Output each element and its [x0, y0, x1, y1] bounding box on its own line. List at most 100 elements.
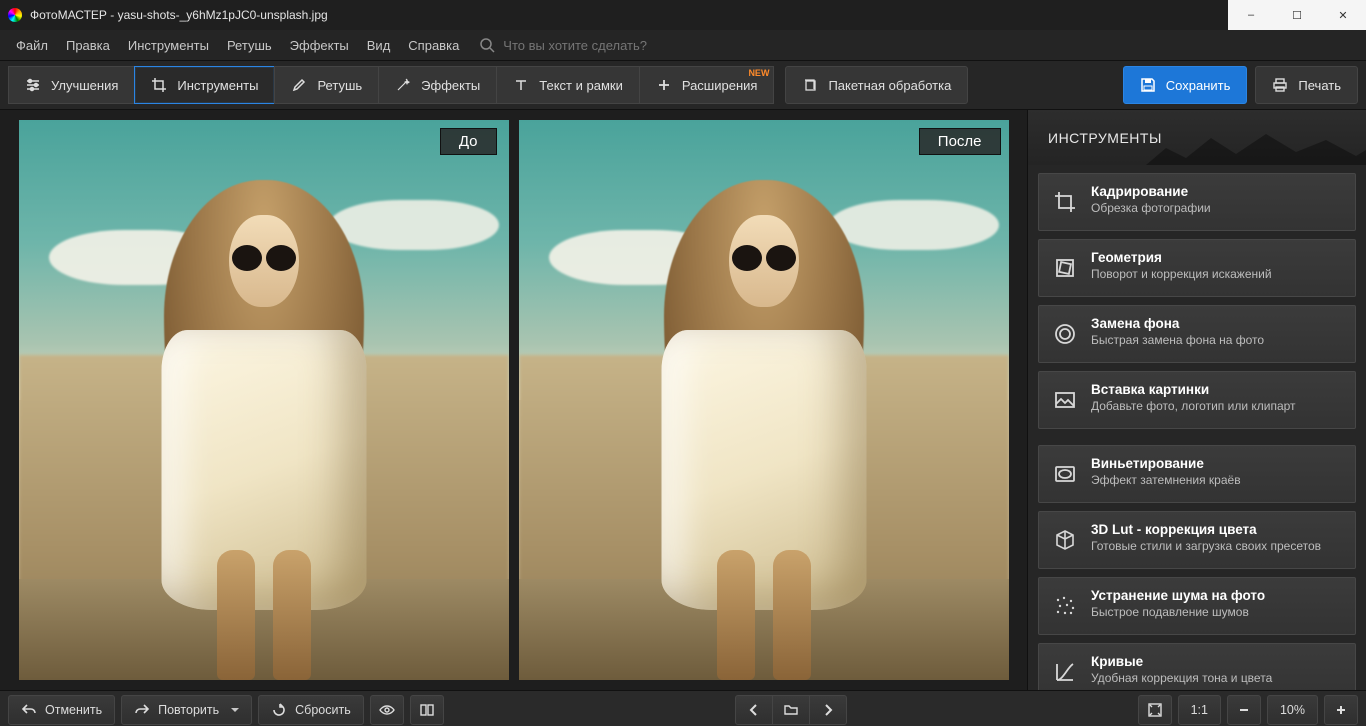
- tab-effects-label: Эффекты: [421, 78, 480, 93]
- open-folder-button[interactable]: [772, 695, 810, 725]
- window-title: ФотоМАСТЕР - yasu-shots-_y6hMz1pJC0-unsp…: [30, 8, 328, 22]
- tab-enhance[interactable]: Улучшения: [8, 66, 135, 104]
- undo-button[interactable]: Отменить: [8, 695, 115, 725]
- bg-icon: [1053, 322, 1077, 346]
- tool-3dlut[interactable]: 3D Lut - коррекция цвета Готовые стили и…: [1038, 511, 1356, 569]
- redo-icon: [134, 702, 150, 718]
- plus-icon: [656, 77, 672, 93]
- crop-icon: [1053, 190, 1077, 214]
- menu-search[interactable]: [479, 37, 705, 54]
- search-icon: [479, 37, 495, 53]
- brush-icon: [291, 77, 307, 93]
- tool-denoise[interactable]: Устранение шума на фото Быстрое подавлен…: [1038, 577, 1356, 635]
- redo-button[interactable]: Повторить: [121, 695, 252, 725]
- save-label: Сохранить: [1166, 78, 1231, 93]
- tab-batch-label: Пакетная обработка: [828, 78, 951, 93]
- text-icon: [513, 77, 529, 93]
- tab-tools-label: Инструменты: [177, 78, 258, 93]
- menu-retouch[interactable]: Ретушь: [219, 35, 280, 56]
- save-button[interactable]: Сохранить: [1123, 66, 1248, 104]
- maximize-button[interactable]: ☐: [1274, 0, 1320, 30]
- app-icon: [8, 8, 22, 22]
- tab-retouch[interactable]: Ретушь: [274, 66, 379, 104]
- wand-icon: [395, 77, 411, 93]
- menu-edit[interactable]: Правка: [58, 35, 118, 56]
- tool-vignette[interactable]: Виньетирование Эффект затемнения краёв: [1038, 445, 1356, 503]
- zoom-label: 10%: [1280, 703, 1305, 717]
- menu-tools[interactable]: Инструменты: [120, 35, 217, 56]
- nav-group: [735, 695, 846, 725]
- tool-sub: Быстрое подавление шумов: [1091, 605, 1343, 619]
- print-button[interactable]: Печать: [1255, 66, 1358, 104]
- prev-button[interactable]: [735, 695, 773, 725]
- tab-extensions-label: Расширения: [682, 78, 758, 93]
- sliders-icon: [25, 77, 41, 93]
- menu-effects[interactable]: Эффекты: [282, 35, 357, 56]
- tab-batch[interactable]: Пакетная обработка: [785, 66, 968, 104]
- reset-button[interactable]: Сбросить: [258, 695, 364, 725]
- workspace: До После ИНСТРУМЕНТЫ Кадрирование Обрезк…: [0, 110, 1366, 690]
- toolbar: Улучшения Инструменты Ретушь Эффекты Тек…: [0, 61, 1366, 110]
- tool-title: Кадрирование: [1091, 184, 1343, 199]
- tool-crop[interactable]: Кадрирование Обрезка фотографии: [1038, 173, 1356, 231]
- zoom-in-button[interactable]: [1324, 695, 1358, 725]
- image-icon: [1053, 388, 1077, 412]
- undo-label: Отменить: [45, 703, 102, 717]
- minimize-button[interactable]: –: [1228, 0, 1274, 30]
- compare-icon: [419, 702, 435, 718]
- folder-icon: [783, 702, 799, 718]
- tool-insert-image[interactable]: Вставка картинки Добавьте фото, логотип …: [1038, 371, 1356, 429]
- after-label: После: [919, 128, 1001, 155]
- zoom-value[interactable]: 10%: [1267, 695, 1318, 725]
- titlebar: ФотоМАСТЕР - yasu-shots-_y6hMz1pJC0-unsp…: [0, 0, 1366, 30]
- tab-text[interactable]: Текст и рамки: [496, 66, 640, 104]
- menu-search-input[interactable]: [501, 37, 705, 54]
- crop-icon: [151, 77, 167, 93]
- menu-file[interactable]: Файл: [8, 35, 56, 56]
- tool-title: Кривые: [1091, 654, 1343, 669]
- compare-button[interactable]: [410, 695, 444, 725]
- tool-bg-replace[interactable]: Замена фона Быстрая замена фона на фото: [1038, 305, 1356, 363]
- chevron-down-icon: [231, 708, 239, 716]
- tab-effects[interactable]: Эффекты: [378, 66, 497, 104]
- mountain-deco: [1146, 130, 1366, 165]
- tool-title: Замена фона: [1091, 316, 1343, 331]
- tool-title: Геометрия: [1091, 250, 1343, 265]
- reset-icon: [271, 702, 287, 718]
- close-button[interactable]: ✕: [1320, 0, 1366, 30]
- undo-icon: [21, 702, 37, 718]
- tool-sub: Обрезка фотографии: [1091, 201, 1343, 215]
- tool-sub: Быстрая замена фона на фото: [1091, 333, 1343, 347]
- fit-button[interactable]: [1138, 695, 1172, 725]
- menu-help[interactable]: Справка: [400, 35, 467, 56]
- eye-button[interactable]: [370, 695, 404, 725]
- tool-sub: Эффект затемнения краёв: [1091, 473, 1343, 487]
- tool-title: 3D Lut - коррекция цвета: [1091, 522, 1343, 537]
- tool-sub: Поворот и коррекция искажений: [1091, 267, 1343, 281]
- reset-label: Сбросить: [295, 703, 351, 717]
- before-pane: До: [19, 120, 509, 680]
- tool-curves[interactable]: Кривые Удобная коррекция тона и цвета: [1038, 643, 1356, 690]
- tab-tools[interactable]: Инструменты: [134, 66, 275, 104]
- tab-extensions[interactable]: Расширения NEW: [639, 66, 775, 104]
- viewer[interactable]: До После: [0, 110, 1027, 690]
- menu-view[interactable]: Вид: [359, 35, 399, 56]
- tab-retouch-label: Ретушь: [317, 78, 362, 93]
- redo-label: Повторить: [158, 703, 219, 717]
- tool-title: Устранение шума на фото: [1091, 588, 1343, 603]
- print-icon: [1272, 77, 1288, 93]
- chevron-left-icon: [746, 702, 762, 718]
- before-label: До: [440, 128, 497, 155]
- next-button[interactable]: [809, 695, 847, 725]
- tool-geometry[interactable]: Геометрия Поворот и коррекция искажений: [1038, 239, 1356, 297]
- zoom-out-button[interactable]: [1227, 695, 1261, 725]
- scale-label: 1:1: [1191, 703, 1208, 717]
- sidepanel-header: ИНСТРУМЕНТЫ: [1028, 110, 1366, 165]
- tool-sub: Удобная коррекция тона и цвета: [1091, 671, 1343, 685]
- scale-1to1-button[interactable]: 1:1: [1178, 695, 1221, 725]
- curves-icon: [1053, 660, 1077, 684]
- chevron-right-icon: [820, 702, 836, 718]
- tool-title: Виньетирование: [1091, 456, 1343, 471]
- tool-sub: Добавьте фото, логотип или клипарт: [1091, 399, 1343, 413]
- sidepanel-title: ИНСТРУМЕНТЫ: [1048, 130, 1162, 146]
